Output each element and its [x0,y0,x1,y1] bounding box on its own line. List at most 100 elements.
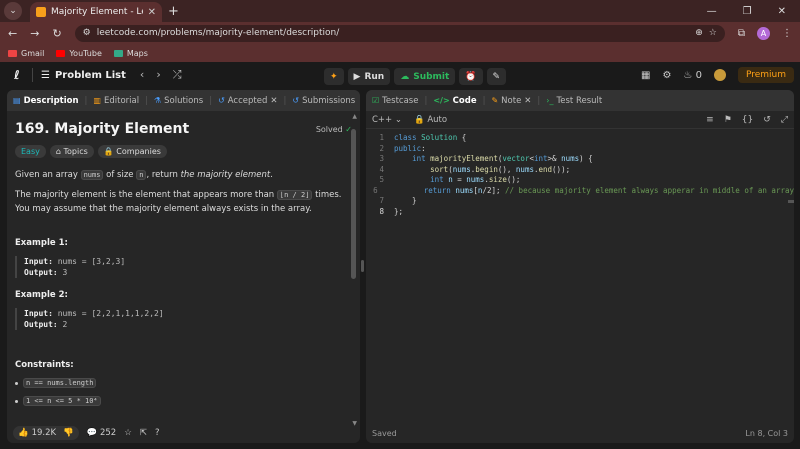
extensions-icon[interactable]: ⧉ [738,28,745,39]
play-icon: ▶ [353,71,361,82]
help-icon[interactable]: ? [155,428,160,438]
leetcode-logo-icon[interactable]: ℓ [10,68,24,82]
braces-icon[interactable]: {} [742,115,753,125]
run-button[interactable]: ▶ Run [347,68,391,85]
reset-icon[interactable]: ↺ [763,115,771,125]
new-tab-button[interactable]: + [168,4,179,19]
code-line: 1 class Solution { [379,133,467,142]
bookmark-icon[interactable]: ⚑ [724,115,732,125]
problem-list-button[interactable]: ☰ Problem List [41,70,126,81]
tab-title: Majority Element - LeetCode [51,7,143,17]
companies-badge[interactable]: 🔒 Companies [97,145,167,158]
minimize-icon[interactable]: — [707,6,717,17]
tab-close-icon[interactable]: ✕ [148,7,156,18]
code-line: 4 sort(nums. begin (), nums. end ()); [379,164,571,174]
forward-icon[interactable]: → [30,27,39,40]
tab-submissions[interactable]: ↺ Submissions [292,96,355,106]
address-toolbar: ← → ↻ ⚙ leetcode.com/problems/majority-e… [0,22,800,44]
favorite-star-icon[interactable]: ☆ [124,428,132,438]
comments-button[interactable]: 💬 252 [87,428,117,438]
cursor-position: Ln 8, Col 3 [745,428,788,438]
close-tab-icon[interactable]: ✕ [270,96,277,106]
url-bar[interactable]: ⚙ leetcode.com/problems/majority-element… [74,24,725,42]
cloud-upload-icon: ☁ [400,71,410,82]
code-editor[interactable]: 1 class Solution { 2 public: 3 int majorit… [366,129,794,221]
zoom-icon[interactable]: ⊕ [695,28,703,38]
lock-icon: 🔒 [414,114,425,125]
editor-statusbar: Saved Ln 8, Col 3 [366,423,794,443]
notes-button[interactable]: ✎ [486,68,507,85]
lock-icon: 🔒 [103,147,114,156]
debug-button[interactable]: ✦ [324,68,344,85]
code-icon: </> [433,96,450,105]
reload-icon[interactable]: ↻ [52,27,61,40]
problem-detail: The majority element is the element that… [15,190,342,214]
tab-test-result[interactable]: ›_ Test Result [546,96,602,106]
language-select[interactable]: C++ ⌄ [372,115,402,125]
like-button[interactable]: 👍 19.2K 👎 [13,425,79,440]
next-problem-icon[interactable]: › [156,68,160,82]
scroll-up-icon[interactable]: ▲ [352,113,357,120]
navbar-right: ▦ ⚙ ♨ 0 Premium [641,67,794,83]
url-text[interactable]: leetcode.com/problems/majority-element/d… [97,28,690,38]
editor-toolbar: C++ ⌄ 🔒 Auto ≡ ⚑ {} ↺ ⤢ [366,111,794,129]
code-line: 3 int majorityElement(vector < int >& nums)… [379,154,593,163]
premium-button[interactable]: Premium [737,67,794,83]
book-icon: ▥ [93,96,101,105]
browser-tabstrip: ⌄ Majority Element - LeetCode ✕ + — ❐ ✕ [0,0,800,22]
editor-scrollbar[interactable] [788,200,794,203]
topics-badge[interactable]: ⌂ Topics [49,145,94,158]
tab-search-icon[interactable]: ⌄ [4,2,22,20]
site-info-icon[interactable]: ⚙ [83,28,91,38]
bookmark-gmail[interactable]: Gmail [8,49,44,58]
window-close-icon[interactable]: ✕ [778,6,786,17]
checkbox-icon: ☑ [372,96,380,105]
example-2-title: Example 2: [15,290,68,300]
constraint-item: n == nums.length [15,378,352,388]
constraints-title: Constraints: [15,360,74,370]
auto-mode-toggle[interactable]: 🔒 Auto [414,115,447,125]
problem-title[interactable]: 169. Majority Element [15,121,189,137]
note-icon: ✎ [491,96,499,105]
bookmark-star-icon[interactable]: ☆ [709,28,717,38]
code-line: 8}; [379,206,404,216]
panel-resize-handle[interactable] [361,260,364,272]
shuffle-icon[interactable]: ⤮ [173,68,182,82]
bookmark-youtube[interactable]: YouTube [56,49,102,58]
submit-button[interactable]: ☁ Submit [394,68,456,85]
streak-counter[interactable]: ♨ 0 [683,70,702,81]
code-line: 2 public: [379,143,426,153]
profile-avatar[interactable]: A [757,26,770,40]
browser-tab-active[interactable]: Majority Element - LeetCode ✕ [30,2,162,22]
maximize-icon[interactable]: ❐ [743,6,752,17]
close-tab-icon[interactable]: ✕ [524,96,531,106]
description-scrollbar[interactable] [351,129,356,279]
tab-description[interactable]: ▤ Description [13,96,79,106]
left-panel-tabs: ▤ Description | ▥ Editorial | ⚗ Solutions |… [7,90,360,111]
thumbs-down-icon[interactable]: 👎 [63,428,74,438]
tab-accepted[interactable]: ↺ Accepted ✕ [218,96,277,106]
prev-problem-icon[interactable]: ‹ [140,68,144,82]
settings-gear-icon[interactable]: ⚙ [662,70,671,81]
tab-testcase[interactable]: ☑ Testcase [372,96,418,106]
tab-code[interactable]: </> Code [433,96,476,106]
fullscreen-icon[interactable]: ⤢ [781,115,788,125]
back-icon[interactable]: ← [8,27,17,40]
share-icon[interactable]: ⇱ [140,428,147,438]
browser-menu-icon[interactable]: ⋮ [782,28,792,39]
tab-editorial[interactable]: ▥ Editorial [93,96,139,106]
user-avatar[interactable] [713,69,726,81]
code-line: 7 } [379,196,417,205]
layout-icon[interactable]: ▦ [641,70,650,81]
format-icon[interactable]: ≡ [706,115,714,125]
history-icon: ↺ [292,96,300,105]
tab-solutions[interactable]: ⚗ Solutions [154,96,203,106]
description-footer: 👍 19.2K 👎 💬 252 ☆ ⇱ ? [7,422,360,443]
bookmarks-bar: Gmail YouTube Maps [0,44,800,62]
timer-button[interactable]: ⏰ [459,68,483,85]
comment-icon: 💬 [86,427,98,438]
problem-description: 169. Majority Element Solved ✓ Easy ⌂ To… [7,111,360,429]
bookmark-maps[interactable]: Maps [113,49,148,58]
tab-note[interactable]: ✎ Note ✕ [491,96,531,106]
thumbs-up-icon: 👍 [18,427,29,438]
